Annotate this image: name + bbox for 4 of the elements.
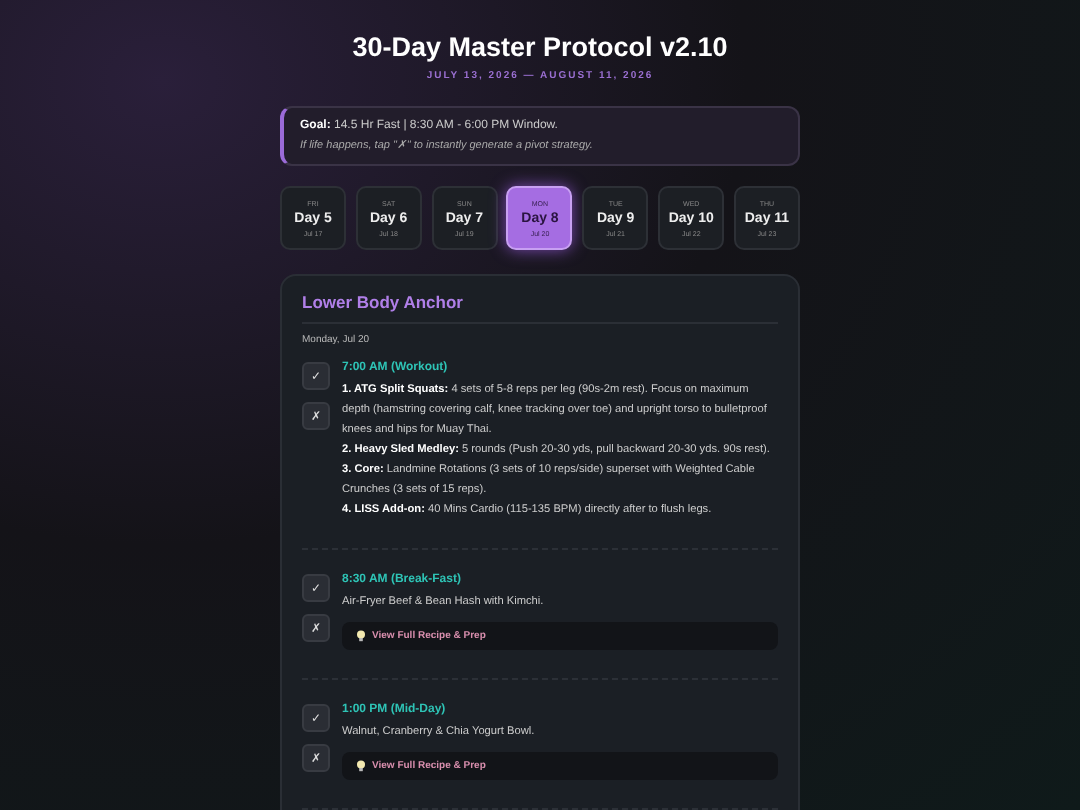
plan-title: Lower Body Anchor	[302, 292, 465, 312]
bulb-icon	[356, 760, 366, 772]
bulb-icon	[356, 630, 366, 642]
page-title: 30-Day Master Protocol v2.10	[350, 32, 730, 62]
